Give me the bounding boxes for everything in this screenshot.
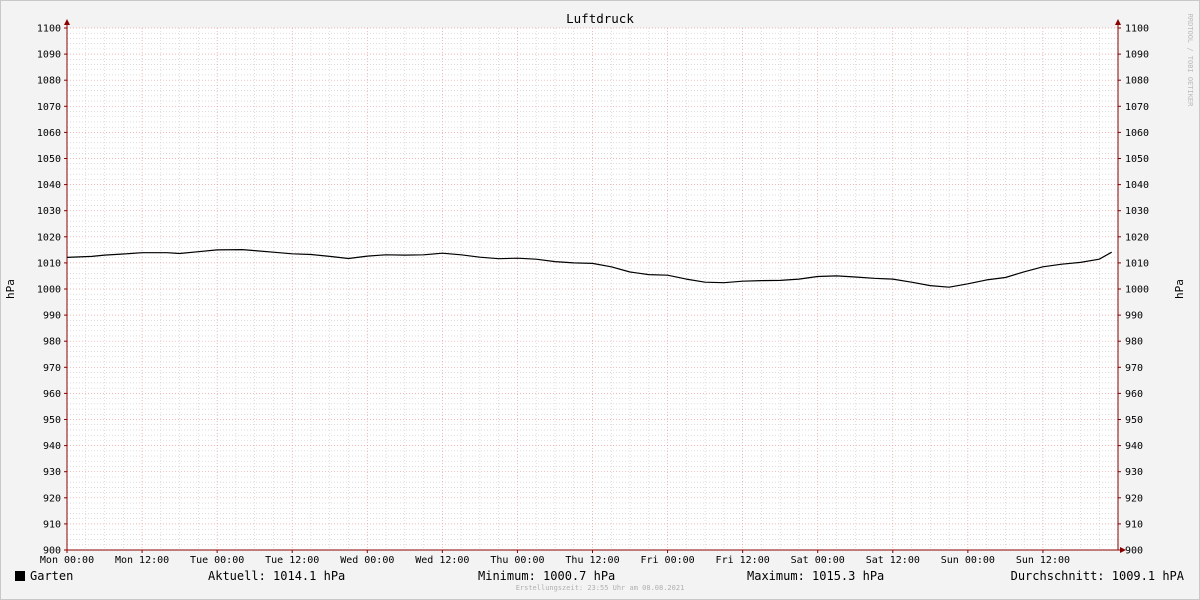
y-tick-label: 970 — [1125, 363, 1143, 374]
y-tick-label: 1080 — [37, 76, 61, 87]
y-axis-label-left: hPa — [4, 279, 17, 299]
y-tick-label: 910 — [1125, 519, 1143, 530]
y-tick-label: 1010 — [1125, 258, 1149, 269]
x-tick-label: Sun 12:00 — [1016, 555, 1070, 566]
y-tick-label: 1040 — [1125, 180, 1149, 191]
y-tick-label: 1020 — [1125, 232, 1149, 243]
y-tick-label: 970 — [43, 363, 61, 374]
y-axis-arrow-right — [1115, 19, 1121, 25]
y-tick-label: 1060 — [1125, 128, 1149, 139]
y-tick-label: 960 — [43, 389, 61, 400]
creation-timestamp: Erstellungszeit: 23:55 Uhr am 08.08.2021 — [515, 584, 685, 592]
y-tick-label: 1090 — [1125, 50, 1149, 61]
y-tick-label: 940 — [1125, 441, 1143, 452]
y-tick-label: 1050 — [1125, 154, 1149, 165]
x-tick-label: Mon 00:00 — [40, 555, 94, 566]
y-tick-label: 940 — [43, 441, 61, 452]
y-tick-label: 1010 — [37, 258, 61, 269]
x-tick-label: Thu 00:00 — [490, 555, 544, 566]
y-tick-label: 1020 — [37, 232, 61, 243]
y-tick-label: 900 — [1125, 546, 1143, 557]
y-tick-label: 1030 — [37, 206, 61, 217]
y-tick-label: 1070 — [1125, 102, 1149, 113]
y-tick-label: 920 — [43, 493, 61, 504]
y-tick-label: 1070 — [37, 102, 61, 113]
y-tick-label: 1050 — [37, 154, 61, 165]
legend-series-name: Garten — [30, 569, 74, 583]
y-tick-label: 950 — [1125, 415, 1143, 426]
y-tick-label: 920 — [1125, 493, 1143, 504]
y-tick-label: 980 — [1125, 337, 1143, 348]
y-tick-label: 1040 — [37, 180, 61, 191]
y-tick-label: 960 — [1125, 389, 1143, 400]
y-tick-label: 1100 — [1125, 24, 1149, 35]
y-tick-label: 1080 — [1125, 76, 1149, 87]
x-tick-label: Sun 00:00 — [941, 555, 995, 566]
y-tick-label: 910 — [43, 519, 61, 530]
x-tick-label: Sat 00:00 — [791, 555, 845, 566]
y-tick-label: 1000 — [1125, 285, 1149, 296]
x-tick-label: Fri 00:00 — [640, 555, 694, 566]
y-tick-label: 1090 — [37, 50, 61, 61]
x-tick-label: Tue 12:00 — [265, 555, 319, 566]
y-tick-label: 1000 — [37, 285, 61, 296]
y-tick-label: 990 — [1125, 311, 1143, 322]
y-tick-label: 990 — [43, 311, 61, 322]
x-tick-label: Sat 12:00 — [866, 555, 920, 566]
y-tick-label: 1030 — [1125, 206, 1149, 217]
stat-average: Durchschnitt: 1009.1 hPA — [1010, 569, 1184, 583]
chart-title: Luftdruck — [566, 11, 634, 26]
watermark: RRDTOOL / TOBI OETIKER — [1186, 14, 1194, 108]
y-tick-label: 980 — [43, 337, 61, 348]
y-tick-label: 1060 — [37, 128, 61, 139]
stat-minimum: Minimum: 1000.7 hPa — [478, 569, 616, 583]
stat-current: Aktuell: 1014.1 hPa — [208, 569, 346, 583]
x-tick-label: Thu 12:00 — [565, 555, 619, 566]
legend-swatch — [15, 571, 25, 581]
y-tick-label: 950 — [43, 415, 61, 426]
x-tick-label: Wed 12:00 — [415, 555, 469, 566]
stat-maximum: Maximum: 1015.3 hPa — [747, 569, 885, 583]
legend-row: Garten Aktuell: 1014.1 hPa Minimum: 1000… — [0, 567, 1200, 585]
x-tick-label: Wed 00:00 — [340, 555, 394, 566]
x-tick-labels: Mon 00:00 Mon 12:00 Tue 00:00 Tue 12:00 Wed … — [40, 555, 1070, 566]
y-tick-label: 930 — [1125, 467, 1143, 478]
x-tick-label: Fri 12:00 — [716, 555, 770, 566]
x-tick-label: Tue 00:00 — [190, 555, 244, 566]
pressure-chart: 900 900910 910920 920930 930940 940950 950960 9… — [4, 11, 1194, 566]
y-tick-label: 930 — [43, 467, 61, 478]
y-tick-label: 1100 — [37, 24, 61, 35]
y-axis-label-right: hPa — [1173, 279, 1186, 299]
y-axis-arrow-left — [64, 19, 70, 25]
x-tick-label: Mon 12:00 — [115, 555, 169, 566]
